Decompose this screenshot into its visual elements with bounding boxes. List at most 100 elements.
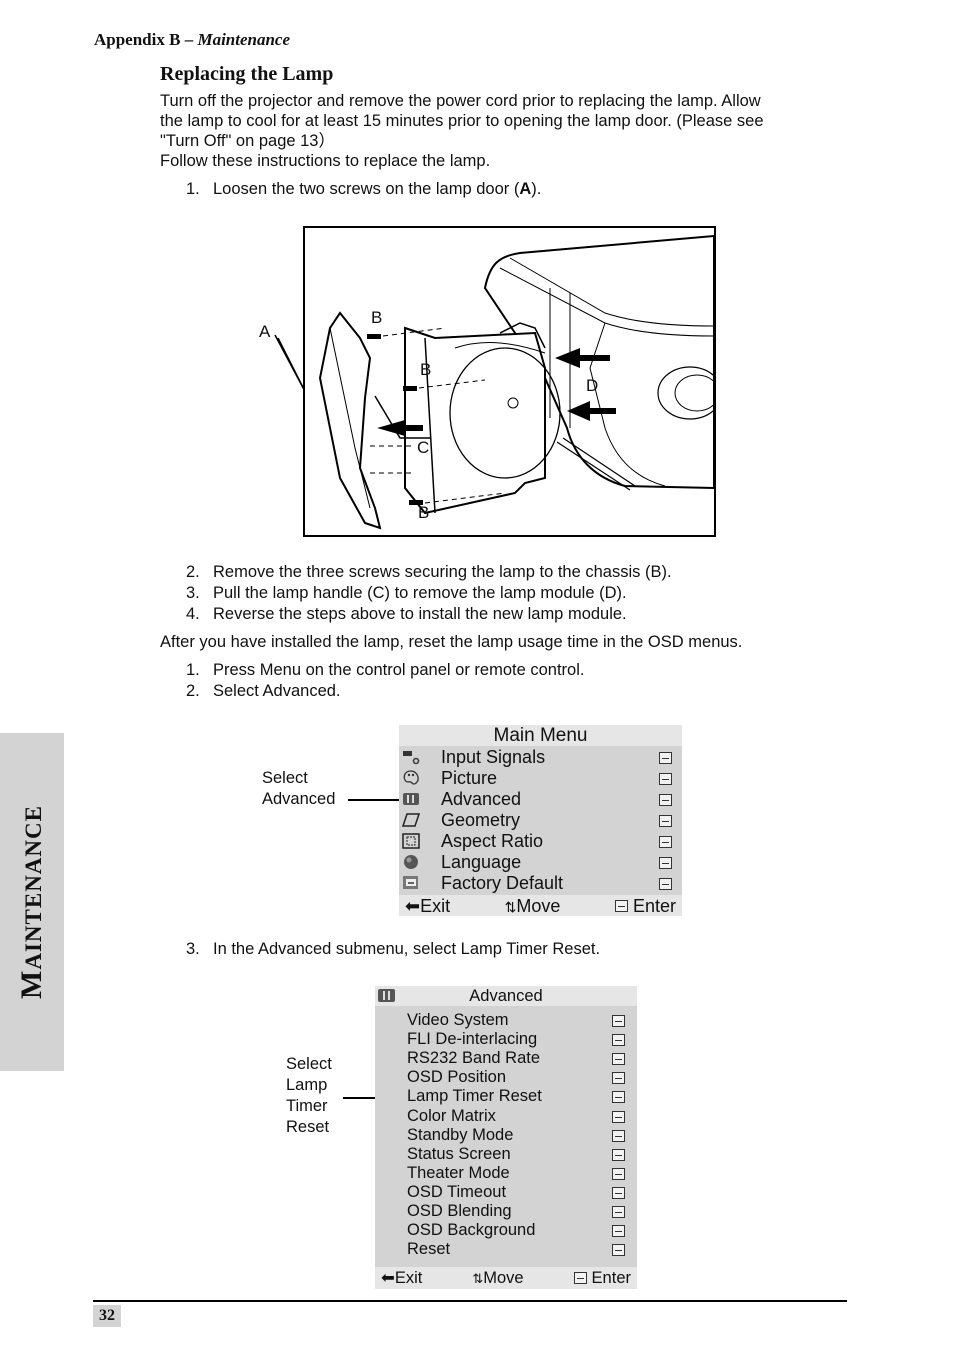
menu-item-aspect-ratio[interactable]: Aspect Ratio (399, 831, 682, 852)
lamp-door (318, 311, 382, 530)
select-lamp-timer-reset-callout: Select Lamp Timer Reset (286, 1054, 332, 1138)
menu-item-label: Advanced (441, 789, 522, 809)
menu-item-label: Picture (441, 768, 498, 788)
advanced-menu-item-label: RS232 Band Rate (407, 1049, 541, 1068)
step-text: Reverse the steps above to install the n… (213, 605, 627, 623)
step-text: Select Advanced. (213, 682, 341, 700)
advanced-menu-item-label: OSD Blending (407, 1202, 512, 1220)
step-text: Remove the three screws securing the lam… (213, 563, 672, 581)
enter-icon (614, 900, 628, 912)
menu-item-factory-default[interactable]: Factory Default (399, 873, 682, 894)
menu-item-picture[interactable]: Picture (399, 768, 682, 789)
advanced-menu-item-label: Status Screen (407, 1144, 511, 1163)
enter-icon (659, 794, 672, 806)
left-arrow-icon: ⬅ (405, 896, 421, 916)
callout-line: Select (262, 769, 308, 787)
step-1-loosen: 1. Loosen the two screws on the lamp door… (186, 179, 541, 200)
callout-line: Advanced (262, 790, 336, 808)
exit-hint[interactable]: ⬅Exit (405, 895, 450, 916)
advanced-menu-item[interactable]: Status Screen (375, 1145, 637, 1164)
enter-icon (612, 1053, 625, 1066)
figure-label-c: C (417, 438, 430, 457)
exit-label: Exit (394, 1269, 423, 1287)
enter-icon (612, 1225, 625, 1238)
projector-diagram (318, 234, 714, 530)
advanced-menu-item[interactable]: RS232 Band Rate (375, 1049, 637, 1068)
advanced-menu-item[interactable]: Video System (375, 1011, 637, 1030)
enter-icon (659, 836, 672, 848)
exit-hint[interactable]: ⬅Exit (381, 1267, 422, 1289)
factory-default-icon (403, 876, 418, 889)
advanced-menu-item-label: FLI De-interlacing (407, 1030, 538, 1049)
advanced-menu-title: Advanced (469, 987, 543, 1005)
advanced-menu-item-label: Standby Mode (407, 1125, 514, 1144)
enter-label: Enter (591, 1269, 631, 1287)
select-advanced-callout: Select Advanced (262, 768, 335, 810)
section-label: Maintenance (197, 30, 291, 49)
menu-item-input-signals[interactable]: Input Signals (399, 747, 682, 768)
main-menu-footer: ⬅Exit ⇅Move Enter (399, 895, 682, 916)
side-tab-initial: M (15, 969, 48, 999)
enter-icon (659, 878, 672, 890)
advanced-menu-item-label: Theater Mode (407, 1163, 510, 1182)
figure-label-a: A (259, 322, 271, 341)
move-hint: ⇅Move (505, 895, 561, 916)
step-text: In the Advanced submenu, select Lamp Tim… (213, 940, 601, 958)
enter-icon (573, 1272, 587, 1284)
advanced-menu-item-label: Lamp Timer Reset (407, 1087, 542, 1106)
step-number: 1. (186, 661, 200, 679)
intro-line-1: Turn off the projector and remove the po… (160, 92, 761, 110)
advanced-menu-item[interactable]: Color Matrix (375, 1107, 637, 1126)
enter-hint[interactable]: Enter (573, 1267, 631, 1289)
advanced-menu-header: Advanced (375, 986, 637, 1006)
enter-icon (659, 752, 672, 764)
advanced-menu-item[interactable]: Reset (375, 1240, 637, 1259)
side-tab-rest: AINTENANCE (21, 805, 46, 970)
menu-item-advanced[interactable]: Advanced (399, 789, 682, 810)
page-number: 32 (93, 1305, 121, 1327)
advanced-menu-item[interactable]: OSD Background (375, 1221, 637, 1240)
advanced-menu-item-label: OSD Timeout (407, 1182, 507, 1201)
intro-line-3: "Turn Off" on page 13） (160, 132, 335, 150)
callout-line: Lamp (286, 1076, 328, 1094)
menu-item-label: Language (441, 852, 522, 872)
step-3-pull-handle: 3. Pull the lamp handle (C) to remove the… (186, 583, 627, 604)
enter-icon (659, 815, 672, 827)
enter-icon (612, 1148, 625, 1161)
enter-icon (659, 773, 672, 785)
advanced-menu-item[interactable]: OSD Timeout (375, 1183, 637, 1202)
advanced-menu-item[interactable]: Theater Mode (375, 1164, 637, 1183)
advanced-menu-item-label: Video System (407, 1011, 509, 1029)
advanced-menu-item[interactable]: OSD Position (375, 1068, 637, 1087)
chapter-side-tab: MAINTENANCE (0, 733, 64, 1071)
menu-item-label: Input Signals (441, 747, 546, 767)
advanced-icon (403, 793, 419, 805)
aspect-ratio-icon (402, 833, 420, 849)
intro-line-2: the lamp to cool for at least 15 minutes… (160, 112, 764, 130)
enter-label: Enter (632, 896, 676, 916)
globe-icon (404, 855, 418, 869)
enter-icon (612, 1186, 625, 1199)
running-header: Appendix B – Maintenance (94, 30, 290, 50)
advanced-menu-item-label: Reset (407, 1240, 451, 1259)
main-menu-title: Main Menu (399, 725, 682, 746)
menu-item-language[interactable]: Language (399, 852, 682, 873)
advanced-menu-item-label: Color Matrix (407, 1106, 496, 1125)
advanced-menu-item[interactable]: FLI De-interlacing (375, 1030, 637, 1049)
step-4-reverse: 4. Reverse the steps above to install the… (186, 604, 627, 625)
main-menu-osd: Main Menu Input Signals Picture Advanced… (399, 725, 682, 916)
step-text: Pull the lamp handle (C) to remove the l… (213, 584, 627, 602)
step-number: 3. (186, 940, 200, 958)
advanced-menu-item[interactable]: Standby Mode (375, 1126, 637, 1145)
step-number: 1. (186, 180, 200, 198)
enter-hint[interactable]: Enter (614, 895, 676, 916)
figure-label-b-middle: B (420, 360, 432, 379)
advanced-menu-item[interactable]: OSD Blending (375, 1202, 637, 1221)
left-arrow-icon: ⬅ (381, 1269, 395, 1287)
step-text: Loosen the two screws on the lamp door ( (213, 180, 520, 198)
menu-item-geometry[interactable]: Geometry (399, 810, 682, 831)
chapter-side-tab-label: MAINTENANCE (15, 805, 49, 999)
advanced-menu-footer: ⬅Exit ⇅Move Enter (375, 1267, 637, 1289)
advanced-menu-item[interactable]: Lamp Timer Reset (375, 1087, 637, 1106)
enter-icon (612, 1244, 625, 1257)
